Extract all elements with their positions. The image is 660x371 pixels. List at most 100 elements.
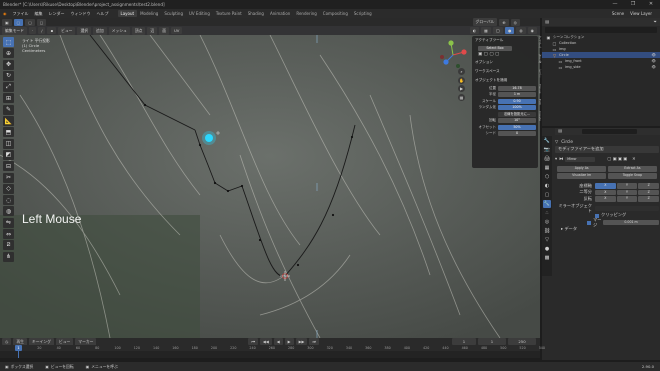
transform-tool-icon[interactable]: ⊞ (3, 93, 14, 104)
play-icon[interactable]: ▶ (284, 338, 294, 345)
tab-animation[interactable]: Animation (267, 10, 293, 17)
cursor-tool-icon[interactable]: ⊕ (3, 48, 14, 59)
select-subtract-icon[interactable]: ▢ (36, 18, 47, 26)
mode-dropdown[interactable]: 編集モード (2, 26, 27, 35)
timeline-area[interactable]: 0204060801001201401601802002202402602803… (0, 345, 545, 358)
proportional-edit-icon[interactable]: ◎ (510, 18, 520, 26)
filter-icon[interactable]: ⏷ (654, 19, 657, 24)
view-layer-tab-icon[interactable]: ▦ (543, 164, 551, 172)
menu-face[interactable]: 面 (159, 26, 170, 35)
move-tool-icon[interactable]: ✥ (3, 59, 14, 70)
camera-view-icon[interactable]: ▶ (458, 85, 465, 92)
extract-as-button[interactable]: Extract As (607, 166, 657, 172)
toggle-snap-button[interactable]: Toggle Snap (607, 173, 657, 179)
vertex-select-icon[interactable]: · (28, 27, 37, 34)
field-randomize[interactable]: 100% (498, 105, 536, 111)
tab-uv-editing[interactable]: UV Editing (186, 10, 213, 17)
pan-hand-icon[interactable]: ✋ (458, 76, 465, 84)
tab-modeling[interactable]: Modeling (137, 10, 161, 17)
merge-checkbox[interactable] (587, 220, 591, 225)
menu-help[interactable]: ヘルプ (97, 11, 109, 17)
menu-view[interactable]: ビュー (58, 26, 76, 35)
visibility-eye-icon[interactable]: 👁 (652, 65, 656, 69)
tab-compositing[interactable]: Compositing (320, 10, 351, 17)
bevel-tool-icon[interactable]: ◩ (3, 149, 14, 160)
timeline-ruler[interactable]: 0204060801001201401601802002202402602803… (0, 345, 545, 351)
visibility-eye-icon[interactable]: 👁 (652, 53, 656, 57)
shading-material-icon[interactable]: ◍ (516, 27, 526, 34)
collapse-arrow-icon[interactable]: ▾ (555, 157, 557, 161)
field-location[interactable]: 16.78 (498, 85, 536, 91)
edge-slide-tool-icon[interactable]: ⇋ (3, 217, 14, 228)
overlay-icon[interactable]: ◐ (469, 27, 480, 34)
section-workspace[interactable]: ワークスペース (472, 67, 538, 76)
edge-select-icon[interactable]: / (38, 27, 46, 34)
outliner-display-icon[interactable]: ▤ (545, 19, 549, 24)
transform-orientation-dropdown[interactable]: グローバル (472, 18, 498, 26)
menu-mesh[interactable]: メッシュ (108, 26, 130, 35)
outliner-search-input[interactable] (545, 27, 657, 33)
select-extend-icon[interactable]: ▢ (25, 18, 35, 26)
particles-tab-icon[interactable]: ∴ (543, 209, 551, 217)
perspective-grid-icon[interactable]: ▦ (458, 93, 465, 101)
flip-z-toggle[interactable]: Z (638, 196, 660, 202)
measure-tool-icon[interactable]: 📐 (3, 116, 14, 127)
knife-tool-icon[interactable]: ✂ (3, 172, 14, 183)
modifier-tab-icon[interactable]: 🔧 (543, 200, 551, 208)
tool-tab-icon[interactable]: 🔧 (543, 137, 551, 145)
menu-edge[interactable]: 辺 (147, 26, 158, 35)
mirror-object-field[interactable] (595, 205, 659, 212)
navigation-gizmo[interactable] (438, 40, 468, 70)
annotate-tool-icon[interactable]: ✎ (3, 104, 14, 115)
bisect-x-toggle[interactable]: X (595, 189, 616, 195)
axis-y-toggle[interactable]: Y (616, 183, 638, 189)
tab-scripting[interactable]: Scripting (351, 10, 375, 17)
spin-tool-icon[interactable]: ◌ (3, 195, 14, 206)
menu-render[interactable]: レンダー (49, 11, 65, 17)
prev-key-icon[interactable]: ◀◀ (259, 338, 272, 345)
shrink-fatten-tool-icon[interactable]: ⇔ (3, 229, 14, 240)
extrude-tool-icon[interactable]: ⬒ (3, 127, 14, 138)
zoom-icon[interactable]: ⌕ (458, 68, 465, 75)
jump-start-icon[interactable]: ⏮ (248, 338, 258, 345)
field-scale[interactable]: 0.90 (498, 98, 536, 104)
axis-z-toggle[interactable]: Z (638, 183, 660, 189)
remove-modifier-icon[interactable]: ✕ (632, 157, 636, 161)
end-frame-field[interactable]: 250 (508, 338, 536, 345)
next-key-icon[interactable]: ▶▶ (295, 338, 308, 345)
output-tab-icon[interactable]: 🖨 (543, 155, 551, 163)
scene-tab-icon[interactable]: ⬡ (543, 173, 551, 181)
data-subpanel[interactable]: ▸ データ (555, 226, 659, 233)
xray-icon[interactable]: ▦ (481, 27, 491, 34)
shear-tool-icon[interactable]: ⧄ (3, 240, 14, 251)
section-apply-object[interactable]: オブジェクトを適用 (472, 76, 538, 85)
section-options[interactable]: オプション (472, 58, 538, 67)
bisect-z-toggle[interactable]: Z (638, 189, 660, 195)
section-active-tool[interactable]: アクティブツール (472, 36, 538, 45)
data-tab-icon[interactable]: ▽ (543, 236, 551, 244)
modifier-name-field[interactable]: Mirror (565, 156, 596, 163)
render-tab-icon[interactable]: 📷 (543, 146, 551, 154)
rotate-tool-icon[interactable]: ↻ (3, 70, 14, 81)
menu-file[interactable]: ファイル (13, 11, 29, 17)
menu-select[interactable]: 選択 (77, 26, 92, 35)
outliner-row-img-side[interactable]: ▭ img_side 👁 (542, 64, 660, 70)
menu-vertex[interactable]: 頂点 (131, 26, 146, 35)
shading-wire-icon[interactable]: ◯ (492, 27, 504, 34)
rip-tool-icon[interactable]: ⋔ (3, 251, 14, 262)
shading-render-icon[interactable]: ◉ (527, 27, 537, 34)
modifier-toggle-icons[interactable]: ▢ ▣ ▣ ▣ (607, 157, 627, 161)
poly-build-tool-icon[interactable]: ◇ (3, 183, 14, 194)
flip-y-toggle[interactable]: Y (616, 196, 638, 202)
jump-end-icon[interactable]: ⏭ (309, 338, 319, 345)
tab-sculpting[interactable]: Sculpting (161, 10, 186, 17)
timeline-editor-icon[interactable]: ◷ (2, 338, 12, 345)
shading-solid-icon[interactable]: ● (505, 27, 515, 34)
apply-as-button[interactable]: Apply As (557, 166, 607, 172)
menu-edit[interactable]: 編集 (35, 11, 43, 17)
scale-tool-icon[interactable]: ⤢ (3, 82, 14, 93)
view-layer-selector[interactable]: View Layer (630, 11, 652, 16)
flip-x-toggle[interactable]: X (595, 196, 616, 202)
play-reverse-icon[interactable]: ◀ (273, 338, 283, 345)
checkbox-normal-project[interactable]: 法線を投影元に... (498, 111, 536, 117)
